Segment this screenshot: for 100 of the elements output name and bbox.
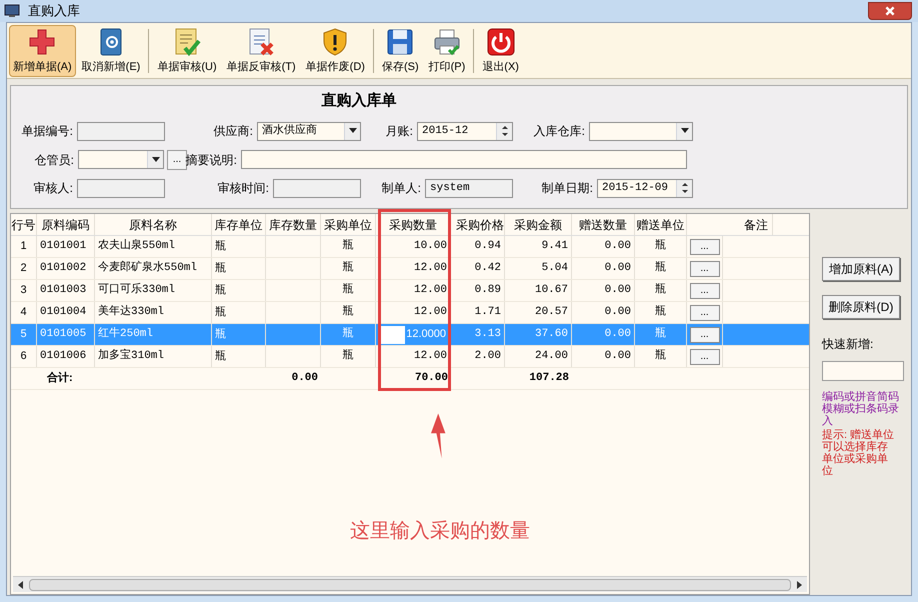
table-cell-text: 今麦郎矿泉水550ml: [98, 260, 198, 276]
table-row[interactable]: 2 0101002 今麦郎矿泉水550ml 瓶 瓶 12.00 0.42 5.04 0.00 瓶 ...: [11, 258, 809, 280]
table-cell-text: 瓶: [342, 304, 354, 320]
table-cell-text: 农夫山泉550ml: [98, 238, 176, 254]
table-cell-text: 瓶: [215, 261, 226, 276]
table-cell-text: 12.00: [414, 261, 447, 276]
table-cell-text: 3: [20, 283, 27, 298]
annotation-text: 这里输入采购的数量: [350, 519, 530, 544]
column-header: 赠送单位: [635, 214, 687, 235]
column-header: 采购数量: [376, 214, 451, 235]
toolbar-button[interactable]: 退出(X): [478, 24, 523, 76]
table-cell-text: 瓶: [215, 283, 226, 298]
toolbar-button[interactable]: 保存(S): [378, 24, 423, 76]
scroll-right-icon[interactable]: [795, 580, 803, 588]
column-header: 库存单位: [212, 214, 266, 235]
table-cell-text: 2.00: [474, 349, 501, 364]
spin-arrows-icon[interactable]: [676, 180, 692, 196]
field-label: 月账:: [386, 123, 413, 140]
table-cell-text: 1: [20, 239, 27, 254]
scroll-left-icon[interactable]: [17, 580, 25, 588]
toolbar-button[interactable]: 新增单据(A): [9, 24, 76, 76]
row-more-button[interactable]: ...: [690, 282, 720, 298]
table-cell-text: 10.67: [534, 283, 568, 298]
column-header: 原料编码: [37, 214, 95, 235]
toolbar-button[interactable]: 单据作废(D): [302, 24, 369, 76]
totals-cell-text: 70.00: [414, 371, 448, 386]
table-cell-text: 0.42: [474, 261, 501, 276]
table-cell-text: 瓶: [655, 304, 666, 320]
side-button[interactable]: 删除原料(D): [822, 295, 900, 319]
dropdown-field[interactable]: 酒水供应商: [257, 122, 361, 140]
toolbar-button[interactable]: 取消新增(E): [78, 24, 144, 76]
field-label: 供应商:: [214, 123, 253, 140]
side-button[interactable]: 增加原料(A): [822, 257, 900, 281]
toolbar-button[interactable]: 单据审核(U): [153, 24, 221, 76]
table-cell-text: 0101001: [40, 239, 86, 254]
toolbar-button[interactable]: 打印(P): [424, 24, 470, 76]
table-row[interactable]: 3 0101003 可口可乐330ml 瓶 瓶 12.00 0.89 10.67 0.00 瓶 ...: [11, 280, 809, 302]
horizontal-scrollbar[interactable]: [13, 576, 807, 592]
dropdown-field[interactable]: [589, 122, 693, 140]
dropdown-value: 酒水供应商: [262, 122, 317, 139]
table-cell-text: 24.00: [534, 349, 568, 364]
table-cell-text: 12.00: [414, 305, 447, 320]
row-more-button[interactable]: ...: [690, 326, 720, 342]
spin-field[interactable]: 2015-12: [417, 122, 513, 140]
table-row[interactable]: 1 0101001 农夫山泉550ml 瓶 瓶 10.00 0.94 9.41 0.00 瓶 ...: [11, 236, 809, 258]
field-label: 摘要说明:: [186, 152, 237, 168]
field-label: 审核时间:: [218, 180, 269, 197]
table-cell-text: 0.00: [604, 327, 631, 342]
browse-button[interactable]: ...: [167, 150, 187, 170]
quick-add-field[interactable]: [822, 361, 904, 381]
table-cell-text: 瓶: [342, 348, 354, 364]
table-cell-text: 37.60: [534, 327, 568, 342]
close-icon: [884, 5, 896, 17]
hint-text: 编码或拼音简码模糊或扫条码录入: [822, 391, 900, 427]
table-cell-text: 12.00: [414, 349, 447, 364]
table-cell-text: 4: [20, 305, 27, 320]
table-row[interactable]: 6 0101006 加多宝310ml 瓶 瓶 12.00 2.00 24.00 0.00 瓶 ...: [11, 346, 809, 368]
field-label: 制单人:: [382, 180, 421, 197]
row-more-button[interactable]: ...: [690, 348, 720, 364]
column-header: 备注: [687, 214, 773, 235]
table-cell-text: 0.89: [474, 283, 501, 298]
quick-add-label: 快速新增:: [822, 336, 874, 353]
field-label: 仓管员:: [34, 152, 74, 168]
table-cell-text: 瓶: [215, 327, 226, 342]
close-button[interactable]: [868, 2, 912, 20]
totals-label: 合计:: [47, 370, 73, 386]
form-title: 直购入库单: [320, 91, 398, 111]
table-cell-text: 2: [20, 261, 27, 276]
spin-arrows-icon[interactable]: [496, 122, 512, 140]
table-cell-text: 0.94: [474, 239, 501, 254]
table-cell-text: 3.13: [474, 327, 501, 342]
table-cell-text: 9.41: [542, 239, 568, 254]
tip-text: 提示: 赠送单位可以选择库存单位或采购单位: [822, 429, 896, 477]
dropdown-field[interactable]: [78, 150, 164, 169]
table-cell-text: 瓶: [655, 326, 666, 342]
table-cell-text: 美年达330ml: [98, 304, 164, 320]
column-header: 原料名称: [95, 214, 212, 235]
table-cell-text: 瓶: [342, 326, 354, 342]
row-more-button[interactable]: ...: [690, 260, 720, 276]
row-more-button[interactable]: ...: [690, 304, 720, 320]
table-cell-text: 12.00: [414, 283, 447, 298]
table-cell-text: 0101005: [40, 327, 86, 342]
toolbar-button[interactable]: 单据反审核(T): [222, 24, 300, 76]
column-header: 赠送数量: [572, 214, 635, 235]
spin-field[interactable]: 2015-12-09: [597, 178, 693, 198]
window-title: 直购入库: [28, 2, 80, 20]
table-cell-text: 瓶: [655, 238, 666, 254]
row-more-button[interactable]: ...: [690, 238, 720, 254]
table-cell-text: 0101004: [40, 305, 86, 320]
summary-field[interactable]: [241, 150, 687, 169]
table-cell-text: 0.00: [604, 261, 631, 276]
table-cell-text: 瓶: [655, 260, 666, 276]
table-cell-text: 6: [20, 349, 27, 364]
table-cell-text: 0.00: [604, 239, 631, 254]
totals-cell-text: 107.28: [529, 371, 569, 386]
spin-value: 2015-12: [422, 124, 468, 139]
monitor-icon: [4, 3, 20, 19]
table-cell-text: 瓶: [342, 260, 354, 276]
column-header: 库存数量: [266, 214, 321, 235]
table-row[interactable]: 5 0101005 红牛250ml 瓶 瓶 12.0000 3.13 37.60 0.00 瓶 ...: [11, 324, 809, 346]
